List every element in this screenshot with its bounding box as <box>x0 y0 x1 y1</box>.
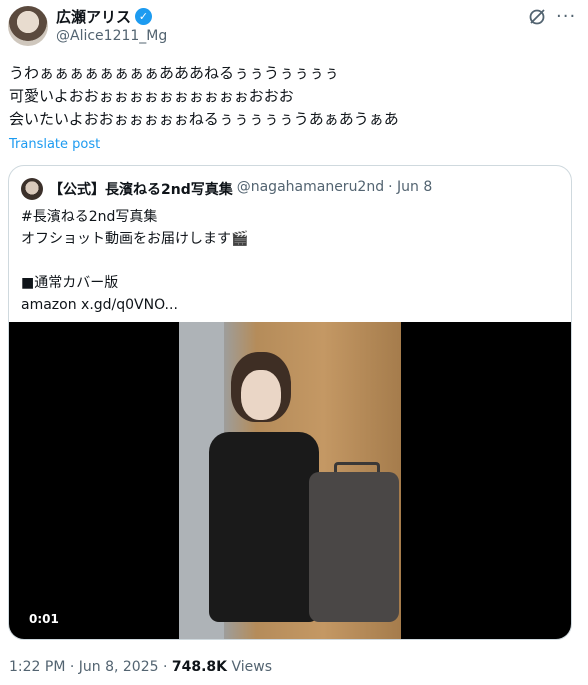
quoted-text: #長濱ねる2nd写真集 オフショット動画をお届けします🎬 ■通常カバー版 ama… <box>21 206 561 316</box>
post-line: 会いたいよおおぉぉぉぉぉねるぅぅぅぅぅうあぁあうぁあ <box>9 110 399 128</box>
quoted-header: 【公式】長濱ねる2nd写真集 @nagahamaneru2nd · Jun 8 <box>49 179 432 199</box>
quoted-author-name[interactable]: 【公式】長濱ねる2nd写真集 <box>49 179 233 199</box>
video-timestamp: 0:01 <box>29 612 59 626</box>
video-person-dress <box>209 432 319 622</box>
video-person-face <box>241 370 281 420</box>
verified-badge-icon: ✓ <box>135 8 153 25</box>
quoted-post[interactable]: 【公式】長濱ねる2nd写真集 @nagahamaneru2nd · Jun 8 … <box>8 165 572 640</box>
translate-post-link[interactable]: Translate post <box>9 137 100 152</box>
post-line: うわぁぁぁぁぁぁぁぁあああねるぅぅうぅぅぅぅ <box>9 64 340 82</box>
author-name-row: 広瀬アリス ✓ <box>56 6 153 27</box>
post-text: うわぁぁぁぁぁぁぁぁあああねるぅぅうぅぅぅぅ 可愛いよおおぉぉぉぉぉぉぉぉぉぉお… <box>9 62 569 131</box>
author-avatar[interactable] <box>8 6 48 46</box>
post-footer: 1:22 PM · Jun 8, 2025 · 748.8K Views <box>9 659 272 675</box>
video-suitcase <box>309 472 399 622</box>
author-name[interactable]: 広瀬アリス <box>56 6 131 27</box>
post-timestamp[interactable]: 1:22 PM · Jun 8, 2025 · <box>9 659 172 675</box>
video-player[interactable]: 0:01 <box>9 322 571 639</box>
views-label: Views <box>227 659 272 675</box>
quoted-date[interactable]: · Jun 8 <box>388 179 432 199</box>
author-handle[interactable]: @Alice1211_Mg <box>56 28 167 44</box>
post-line: 可愛いよおおぉぉぉぉぉぉぉぉぉぉおおお <box>9 87 294 105</box>
quoted-line: オフショット動画をお届けします🎬 <box>21 231 249 247</box>
video-frame <box>179 322 401 639</box>
views-count: 748.8K <box>171 659 228 675</box>
quoted-avatar[interactable] <box>21 178 43 200</box>
quoted-line <box>21 250 561 272</box>
more-options-icon[interactable]: ··· <box>556 8 576 26</box>
quoted-author-handle[interactable]: @nagahamaneru2nd <box>237 179 384 199</box>
grok-icon[interactable] <box>528 8 546 26</box>
quoted-line[interactable]: #長濱ねる2nd写真集 <box>21 206 561 228</box>
quoted-line: ■通常カバー版 <box>21 275 119 291</box>
quoted-line[interactable]: amazon x.gd/q0VNO... <box>21 294 561 316</box>
